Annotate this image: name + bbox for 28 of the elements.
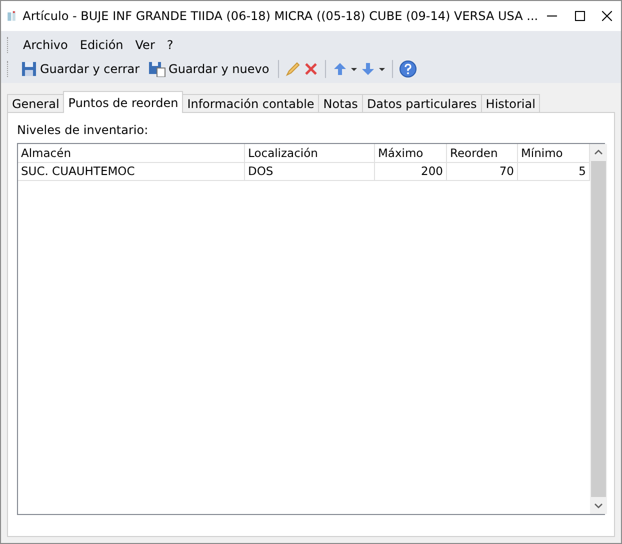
- toolbar-button[interactable]: Guardar y nuevo: [144, 59, 272, 79]
- column-header[interactable]: Máximo: [375, 144, 447, 163]
- window-title: Artículo - BUJE INF GRANDE TIIDA (06-18) MICRA ((05-18) CUBE (09-14) VERSA USA ...: [22, 9, 538, 23]
- maximize-icon[interactable]: [574, 11, 585, 21]
- menu-item[interactable]: Archivo: [18, 36, 73, 54]
- toolbar-button[interactable]: Guardar y cerrar: [18, 59, 143, 79]
- column-header[interactable]: Reorden: [447, 144, 518, 163]
- close-icon[interactable]: [602, 11, 612, 21]
- section-label: Niveles de inventario:: [17, 123, 150, 137]
- help-icon[interactable]: [399, 60, 418, 78]
- table-cell: 200: [375, 163, 447, 181]
- tab[interactable]: Historial: [480, 94, 540, 113]
- delete-icon[interactable]: [303, 61, 320, 77]
- scrollbar-thumb[interactable]: [591, 161, 606, 497]
- column-header[interactable]: Almacén: [18, 144, 245, 163]
- menu-item[interactable]: Ver: [130, 36, 160, 54]
- table-cell: DOS: [245, 163, 375, 181]
- table-cell: 70: [447, 163, 518, 181]
- floppy-disk-icon: [148, 61, 166, 77]
- down-arrow-dropdown-icon[interactable]: [360, 61, 386, 77]
- up-arrow-dropdown-icon[interactable]: [332, 61, 358, 77]
- menu-item[interactable]: ?: [162, 36, 178, 54]
- menu-item[interactable]: Edición: [74, 36, 128, 54]
- column-header[interactable]: Localización: [245, 144, 375, 163]
- tab[interactable]: Datos particulares: [362, 94, 482, 113]
- tab[interactable]: General: [7, 94, 64, 113]
- tab[interactable]: Puntos de reorden: [63, 91, 184, 113]
- table-cell: SUC. CUAUHTEMOC: [18, 163, 245, 181]
